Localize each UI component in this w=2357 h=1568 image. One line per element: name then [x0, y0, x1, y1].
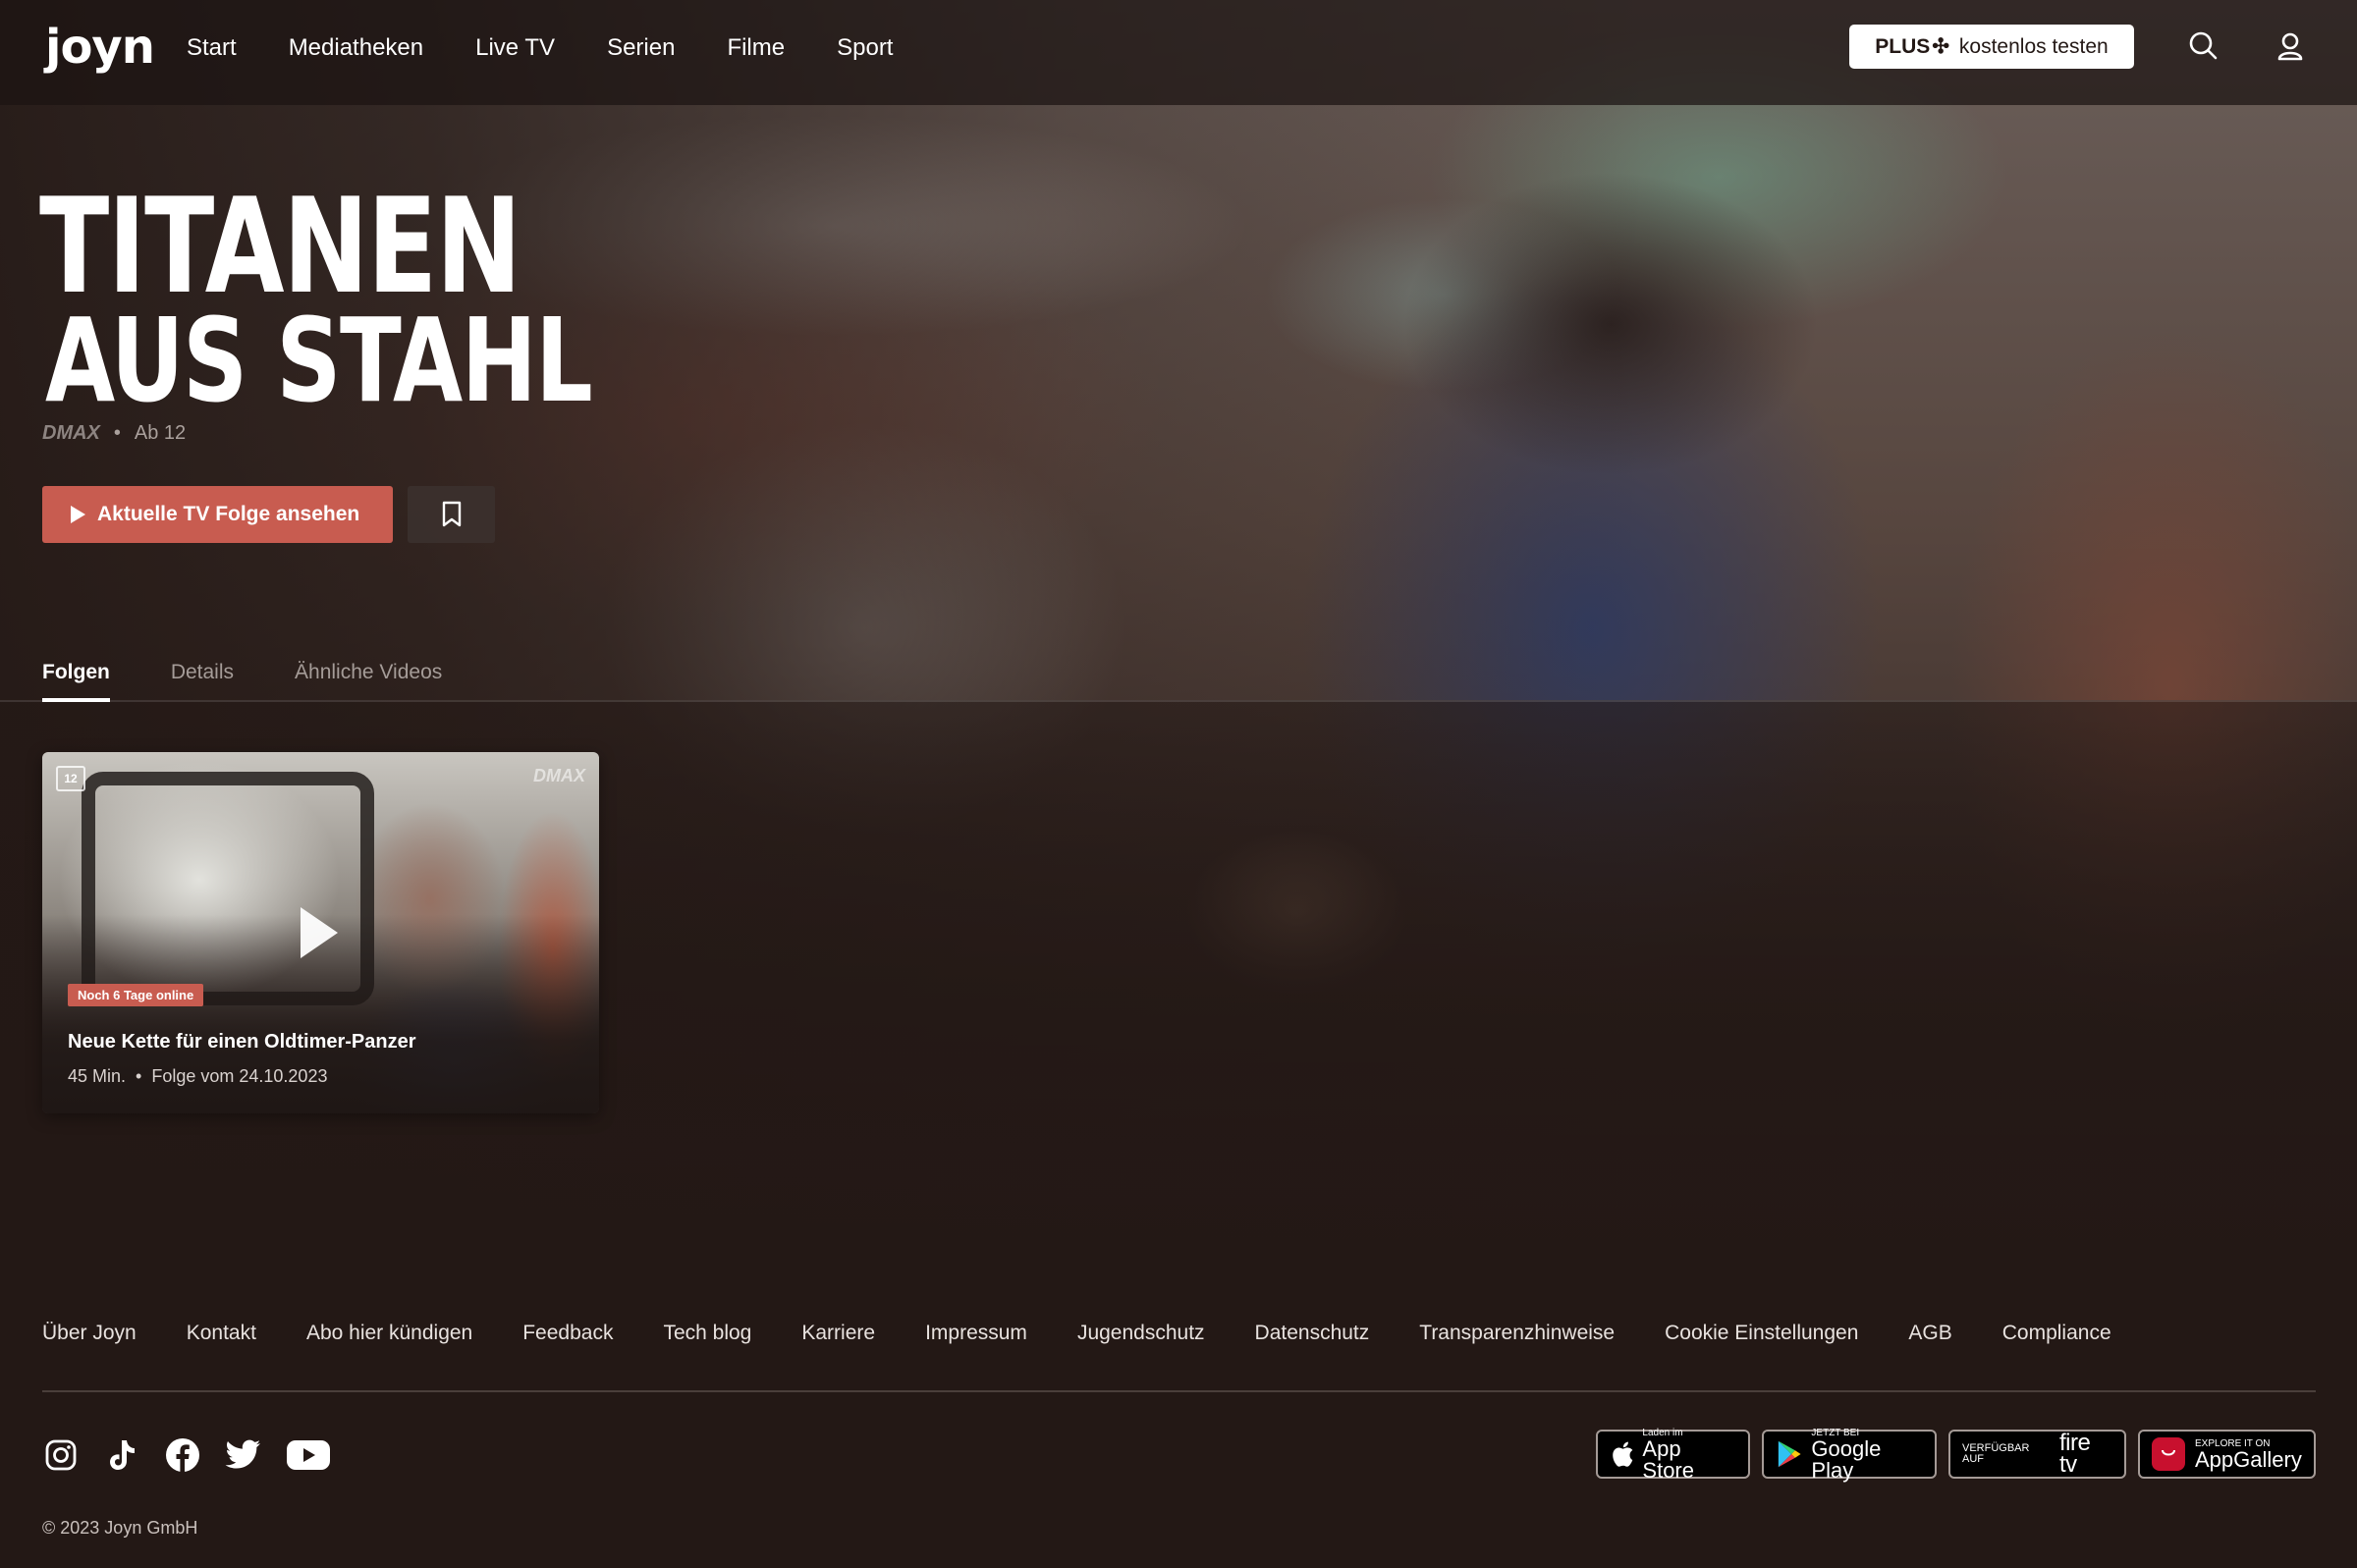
joyn-logo[interactable]: joyn	[45, 20, 155, 75]
content-tabs: Folgen Details Ähnliche Videos	[42, 661, 503, 702]
social-links	[42, 1436, 355, 1474]
availability-badge: Noch 6 Tage online	[68, 984, 204, 1006]
channel-logo: DMAX	[42, 422, 100, 444]
fire-tv-badge[interactable]: VERFÜGBAR AUF fire tv	[1948, 1430, 2126, 1479]
episode-date: Folge vom 24.10.2023	[151, 1066, 328, 1086]
footer-divider	[42, 1390, 2316, 1392]
huawei-icon	[2152, 1437, 2185, 1471]
nav-live-tv[interactable]: Live TV	[475, 34, 555, 62]
footer-link-agb[interactable]: AGB	[1908, 1322, 1951, 1345]
nav-mediatheken[interactable]: Mediatheken	[289, 34, 423, 62]
account-icon[interactable]	[2272, 27, 2309, 65]
footer-link-kontakt[interactable]: Kontakt	[187, 1322, 256, 1345]
footer-link-compliance[interactable]: Compliance	[2002, 1322, 2111, 1345]
episode-duration: 45 Min.	[68, 1066, 127, 1086]
watch-episode-button[interactable]: Aktuelle TV Folge ansehen	[42, 486, 393, 543]
fire-tv-big: fire tv	[2058, 1430, 2091, 1478]
search-icon[interactable]	[2185, 27, 2222, 65]
appgallery-badge[interactable]: EXPLORE IT ON AppGallery	[2138, 1430, 2316, 1479]
show-title-line2: AUS STAHL	[45, 293, 593, 429]
tab-aehnliche-videos[interactable]: Ähnliche Videos	[295, 661, 442, 700]
google-play-badge[interactable]: JETZT BEI Google Play	[1762, 1428, 1937, 1483]
facebook-icon[interactable]	[164, 1436, 201, 1474]
app-store-badges: Laden im App Store JETZT BEI Google Play…	[1584, 1428, 2316, 1483]
top-navigation-bar: joyn Start Mediatheken Live TV Serien Fi…	[0, 0, 2357, 105]
tab-details[interactable]: Details	[171, 661, 234, 700]
card-channel-logo: DMAX	[533, 766, 585, 785]
app-store-badge[interactable]: Laden im App Store	[1596, 1428, 1750, 1483]
footer-link-tech-blog[interactable]: Tech blog	[663, 1322, 751, 1345]
footer-link-karriere[interactable]: Karriere	[801, 1322, 875, 1345]
tab-folgen[interactable]: Folgen	[42, 661, 110, 702]
plus-label: PLUS	[1875, 34, 1931, 58]
footer-link-transparenzhinweise[interactable]: Transparenzhinweise	[1419, 1322, 1615, 1345]
footer-link-feedback[interactable]: Feedback	[522, 1322, 613, 1345]
footer-link-abo-kuendigen[interactable]: Abo hier kündigen	[306, 1322, 472, 1345]
age-rating: Ab 12	[134, 422, 187, 444]
tiktok-icon[interactable]	[103, 1436, 140, 1474]
show-meta: DMAX • Ab 12	[42, 422, 186, 445]
instagram-icon[interactable]	[42, 1436, 80, 1474]
bookmark-button[interactable]	[408, 486, 495, 543]
nav-filme[interactable]: Filme	[727, 34, 785, 62]
watch-button-label: Aktuelle TV Folge ansehen	[97, 503, 360, 525]
plus-trial-button[interactable]: PLUS ✣ kostenlos testen	[1849, 25, 2134, 69]
apple-icon	[1613, 1441, 1633, 1467]
age-rating-icon: 12	[56, 766, 85, 791]
fire-tv-small: VERFÜGBAR AUF	[1962, 1442, 2030, 1465]
youtube-icon[interactable]	[286, 1436, 331, 1474]
google-play-icon	[1778, 1440, 1801, 1468]
footer-link-datenschutz[interactable]: Datenschutz	[1255, 1322, 1370, 1345]
meta-separator: •	[136, 1066, 142, 1086]
tabs-divider	[0, 700, 2357, 702]
nav-serien[interactable]: Serien	[607, 34, 675, 62]
play-icon	[71, 506, 85, 523]
nav-sport[interactable]: Sport	[837, 34, 893, 62]
episode-meta: 45 Min. • Folge vom 24.10.2023	[68, 1066, 327, 1087]
meta-separator: •	[113, 422, 121, 444]
nav-start[interactable]: Start	[187, 34, 237, 62]
appgallery-big: AppGallery	[2195, 1446, 2302, 1472]
main-nav: Start Mediatheken Live TV Serien Filme S…	[187, 0, 945, 95]
footer-link-ueber-joyn[interactable]: Über Joyn	[42, 1322, 137, 1345]
google-play-big: Google Play	[1811, 1435, 1882, 1483]
copyright: © 2023 Joyn GmbH	[42, 1518, 198, 1538]
plus-star-icon: ✣	[1932, 35, 1949, 58]
plus-cta-label: kostenlos testen	[1958, 34, 2109, 58]
show-title-logo: TITANEN AUS STAHL	[39, 170, 745, 429]
footer-links: Über Joyn Kontakt Abo hier kündigen Feed…	[42, 1322, 2162, 1345]
show-title-line1: TITANEN	[39, 170, 521, 323]
footer-link-impressum[interactable]: Impressum	[925, 1322, 1027, 1345]
episode-card[interactable]: 12 DMAX Noch 6 Tage online Neue Kette fü…	[42, 752, 599, 1113]
twitter-icon[interactable]	[225, 1436, 262, 1474]
play-icon[interactable]	[301, 907, 338, 958]
episode-title: Neue Kette für einen Oldtimer-Panzer	[68, 1031, 416, 1053]
footer-link-cookie-einstellungen[interactable]: Cookie Einstellungen	[1665, 1322, 1858, 1345]
footer-link-jugendschutz[interactable]: Jugendschutz	[1077, 1322, 1205, 1345]
app-store-big: App Store	[1642, 1435, 1694, 1483]
bookmark-icon	[442, 501, 461, 527]
